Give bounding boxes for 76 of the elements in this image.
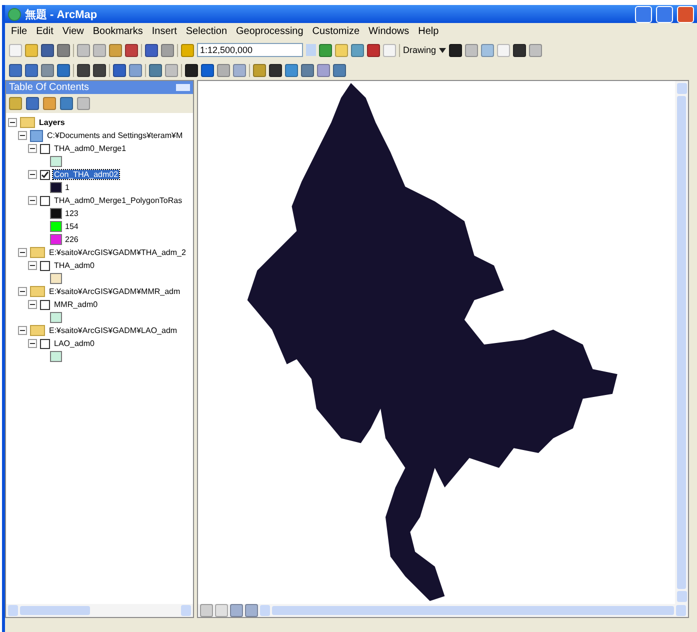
menu-item[interactable]: Edit (36, 26, 54, 37)
layer-checkbox[interactable] (40, 196, 50, 206)
collapse-icon[interactable] (28, 339, 37, 348)
folder-icon (30, 286, 45, 297)
legend-label: 154 (65, 222, 78, 231)
toolbar-icon[interactable] (145, 44, 158, 56)
tool-icon[interactable] (93, 64, 106, 76)
layer-checkbox[interactable] (40, 260, 50, 270)
toolbar-icon[interactable] (319, 44, 332, 56)
menu-item[interactable]: Help (418, 26, 439, 37)
toolbar-icon[interactable] (161, 44, 174, 56)
collapse-icon[interactable] (18, 248, 27, 257)
tool-icon[interactable] (113, 64, 126, 76)
layer-checkbox[interactable] (40, 338, 50, 348)
tool-icon[interactable] (201, 64, 214, 76)
layer-name[interactable]: E:¥saito¥ArcGIS¥GADM¥LAO_adm (48, 326, 178, 335)
maximize-button[interactable] (656, 6, 673, 22)
toolbar-icon[interactable] (41, 44, 54, 56)
layer-name[interactable]: E:¥saito¥ArcGIS¥GADM¥THA_adm_2 (48, 248, 187, 257)
layer-checkbox[interactable] (40, 170, 50, 180)
menu-item[interactable]: Bookmarks (92, 26, 143, 37)
window-title: 無題 - ArcMap (25, 8, 98, 22)
tool-icon[interactable] (185, 64, 198, 76)
layer-name[interactable]: MMR_adm0 (53, 300, 99, 309)
drawing-tool-icon[interactable] (449, 44, 462, 56)
collapse-icon[interactable] (28, 196, 37, 205)
menu-item[interactable]: View (62, 26, 84, 37)
menu-item[interactable]: Geoprocessing (236, 26, 304, 37)
tool-icon[interactable] (269, 64, 282, 76)
collapse-icon[interactable] (18, 131, 27, 140)
layer-checkbox[interactable] (40, 300, 50, 310)
collapse-icon[interactable] (28, 144, 37, 153)
tool-icon[interactable] (25, 64, 38, 76)
drawing-menu[interactable]: Drawing (403, 45, 436, 55)
tool-icon[interactable] (77, 64, 90, 76)
close-button[interactable] (677, 6, 694, 22)
layer-group-icon (30, 130, 43, 142)
menu-item[interactable]: Selection (186, 26, 228, 37)
legend-label: 1 (65, 183, 70, 192)
tool-icon[interactable] (57, 64, 70, 76)
legend-label: 226 (65, 235, 78, 244)
layer-name[interactable]: THA_adm0_Merge1_PolygonToRas (53, 196, 184, 205)
legend-label: 123 (65, 209, 78, 218)
layer-name[interactable]: THA_adm0 (53, 261, 96, 270)
collapse-icon[interactable] (28, 261, 37, 270)
layer-name[interactable]: LAO_adm0 (53, 339, 96, 348)
tool-icon[interactable] (9, 64, 22, 76)
collapse-icon[interactable] (28, 300, 37, 309)
collapse-icon[interactable] (28, 170, 37, 179)
toolbar-icon[interactable] (109, 44, 122, 56)
toolbar-icon[interactable] (351, 44, 364, 56)
layer-name[interactable]: E:¥saito¥ArcGIS¥GADM¥MMR_adm (48, 287, 182, 296)
menu-item[interactable]: Windows (368, 26, 410, 37)
collapse-icon[interactable] (8, 118, 17, 127)
toolbar-icon[interactable] (367, 44, 380, 56)
layer-name[interactable]: Layers (38, 118, 66, 127)
folder-icon (20, 117, 35, 128)
panel-title: Table Of Contents (9, 82, 90, 93)
scale-field[interactable]: 1:12,500,000 (197, 43, 303, 57)
drawing-tool-icon[interactable] (513, 44, 526, 56)
toolbar-icon[interactable] (125, 44, 138, 56)
menu-item[interactable]: Insert (152, 26, 177, 37)
folder-icon (30, 247, 45, 258)
folder-icon (30, 325, 45, 336)
menu-item[interactable]: Customize (312, 26, 360, 37)
toolbar-icon[interactable] (57, 44, 70, 56)
collapse-icon[interactable] (18, 287, 27, 296)
layer-name[interactable]: Con_THA_adm02 (53, 170, 120, 179)
app-globe-icon (8, 8, 21, 20)
layer-checkbox[interactable] (40, 144, 50, 154)
collapse-icon[interactable] (18, 326, 27, 335)
minimize-button[interactable] (635, 6, 652, 22)
layer-name[interactable]: THA_adm0_Merge1 (53, 144, 128, 153)
menu-item[interactable]: File (11, 26, 28, 37)
caret-icon[interactable] (439, 48, 446, 52)
layer-name[interactable]: C:¥Documents and Settings¥teram¥M (46, 131, 184, 140)
